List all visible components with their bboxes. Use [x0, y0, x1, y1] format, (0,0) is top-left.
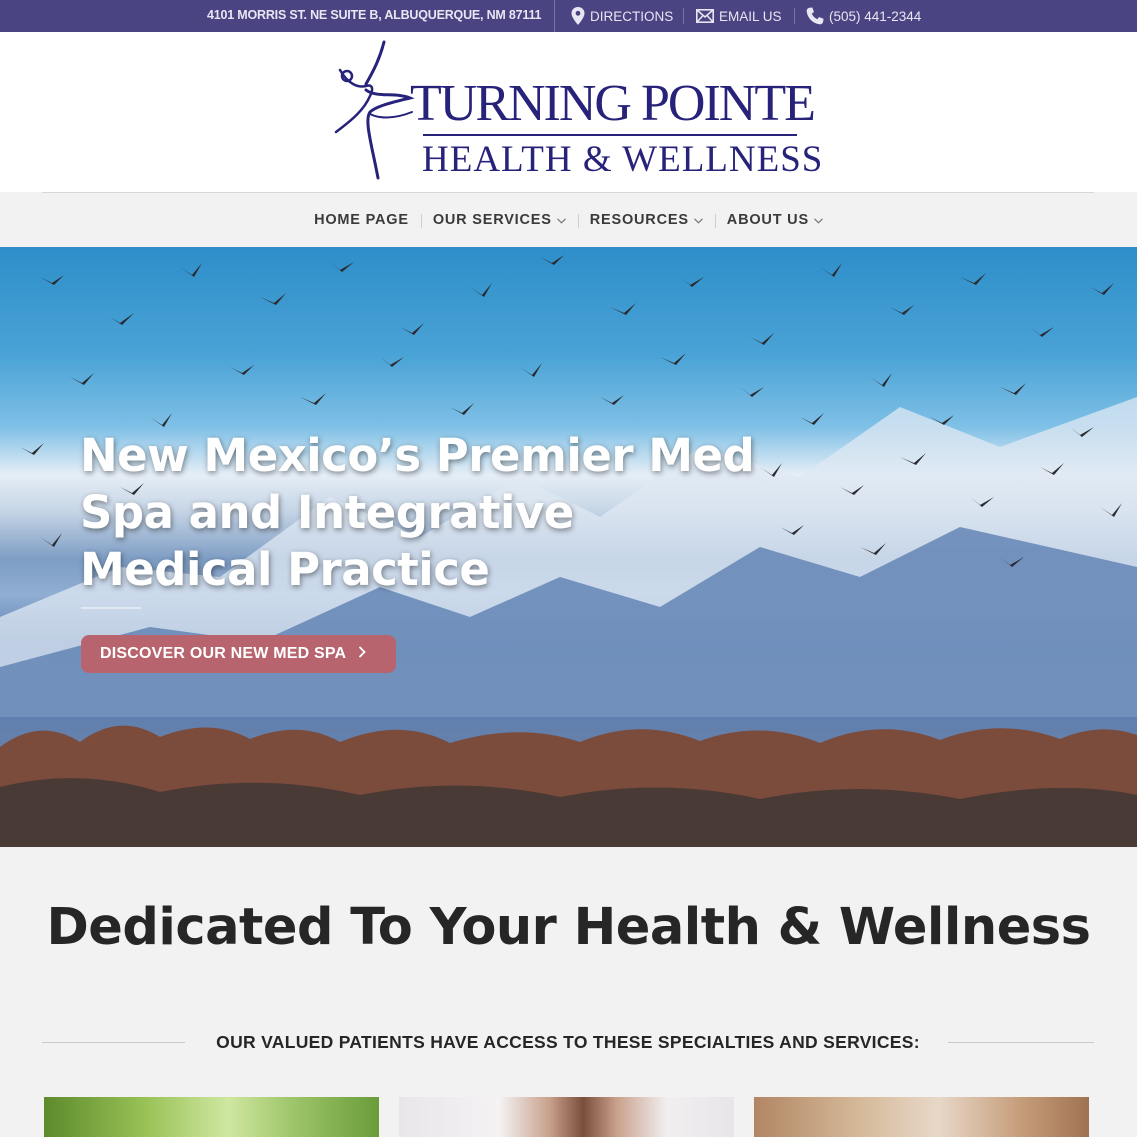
- main-nav: HOME PAGE OUR SERVICES RESOURCES ABOUT U…: [0, 192, 1137, 247]
- divider: [683, 8, 684, 24]
- service-card-image[interactable]: [399, 1097, 734, 1137]
- hero-headline: New Mexico’s Premier Med Spa and Integra…: [80, 429, 755, 596]
- nav-item-label: RESOURCES: [589, 211, 689, 228]
- discover-med-spa-button[interactable]: DISCOVER OUR NEW MED SPA: [81, 635, 396, 673]
- service-card-image[interactable]: [754, 1097, 1089, 1137]
- site-logo[interactable]: TURNING POINTE HEALTH & WELLNESS: [330, 40, 822, 184]
- directions-link[interactable]: DIRECTIONS: [571, 6, 673, 26]
- cta-label: DISCOVER OUR NEW MED SPA: [100, 645, 347, 662]
- nav-item-home[interactable]: HOME PAGE: [302, 212, 421, 228]
- nav-item-resources[interactable]: RESOURCES: [577, 211, 715, 228]
- divider: [554, 0, 555, 32]
- phone-label: (505) 441-2344: [829, 8, 922, 24]
- nav-item-about[interactable]: ABOUT US: [714, 211, 835, 228]
- hero-divider: [81, 607, 141, 609]
- services-divider: OUR VALUED PATIENTS HAVE ACCESS TO THESE…: [42, 1030, 1094, 1056]
- hero-banner: New Mexico’s Premier Med Spa and Integra…: [0, 247, 1137, 847]
- nav-item-label: ABOUT US: [726, 211, 809, 228]
- nav-item-label: OUR SERVICES: [432, 211, 552, 228]
- section-heading: Dedicated To Your Health & Wellness: [46, 898, 1091, 957]
- service-card-image[interactable]: [44, 1097, 379, 1137]
- services-intro: OUR VALUED PATIENTS HAVE ACCESS TO THESE…: [216, 1032, 920, 1052]
- phone-link[interactable]: (505) 441-2344: [806, 6, 921, 26]
- logo-line2: HEALTH & WELLNESS: [422, 139, 824, 180]
- directions-label: DIRECTIONS: [590, 8, 674, 24]
- site-header: TURNING POINTE HEALTH & WELLNESS: [0, 32, 1137, 192]
- logo-line1: TURNING POINTE: [410, 75, 816, 132]
- chevron-down-icon: [813, 212, 823, 228]
- divider-line-right: [948, 1042, 1094, 1043]
- chevron-right-icon: [358, 645, 367, 663]
- top-info-bar: 4101 MORRIS ST. NE SUITE B, ALBUQUERQUE,…: [0, 0, 1137, 32]
- address-text: 4101 MORRIS ST. NE SUITE B, ALBUQUERQUE,…: [207, 8, 542, 22]
- email-label: EMAIL US: [719, 8, 782, 24]
- email-link[interactable]: EMAIL US: [696, 6, 782, 26]
- divider: [794, 8, 795, 24]
- chevron-down-icon: [693, 212, 703, 228]
- logo-rule: [423, 134, 797, 136]
- nav-item-services[interactable]: OUR SERVICES: [420, 211, 578, 228]
- map-pin-icon: [571, 7, 585, 25]
- dancer-figure-icon: [334, 40, 415, 180]
- envelope-icon: [696, 9, 714, 23]
- chevron-down-icon: [556, 212, 566, 228]
- nav-item-label: HOME PAGE: [314, 211, 409, 228]
- phone-icon: [806, 7, 824, 25]
